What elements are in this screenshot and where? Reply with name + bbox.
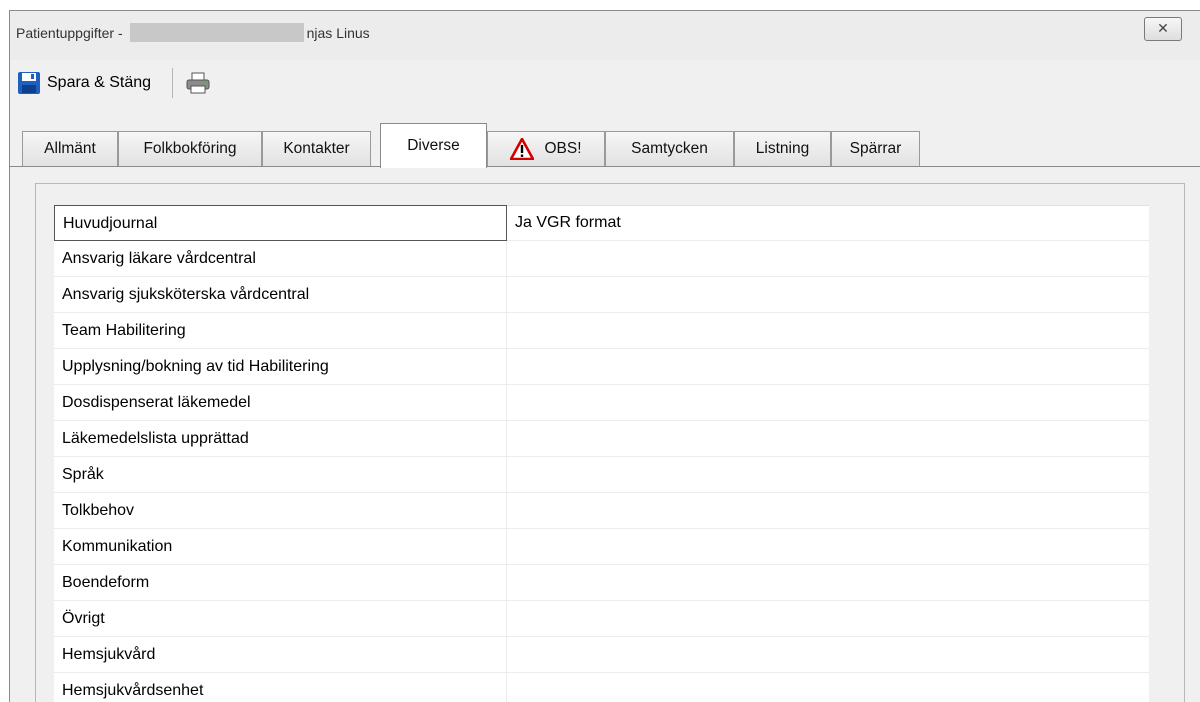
row-label: Dosdispenserat läkemedel: [54, 385, 507, 421]
tab-label: Allmänt: [44, 140, 96, 157]
row-label: Tolkbehov: [54, 493, 507, 529]
tab-label: Samtycken: [631, 140, 708, 157]
close-icon: ✕: [1157, 21, 1169, 37]
save-and-close-button[interactable]: Spara & Stäng: [17, 71, 151, 95]
row-value[interactable]: [507, 277, 1149, 313]
tab-folkbokforing[interactable]: Folkbokföring: [118, 131, 262, 166]
row-label: Boendeform: [54, 565, 507, 601]
row-value[interactable]: [507, 673, 1149, 702]
table-row[interactable]: Språk: [54, 457, 1149, 493]
row-label: Huvudjournal: [54, 205, 507, 241]
tab-label: OBS!: [544, 140, 582, 157]
row-value[interactable]: [507, 241, 1149, 277]
row-value[interactable]: [507, 421, 1149, 457]
grid-row-huvudjournal[interactable]: Huvudjournal Ja VGR format: [54, 205, 1149, 241]
row-value[interactable]: [507, 565, 1149, 601]
tab-allmant[interactable]: Allmänt: [22, 131, 118, 166]
table-row[interactable]: Kommunikation: [54, 529, 1149, 565]
row-value[interactable]: [507, 313, 1149, 349]
row-label: Övrigt: [54, 601, 507, 637]
tab-obs[interactable]: OBS!: [487, 131, 605, 166]
row-value[interactable]: [507, 601, 1149, 637]
tab-label: Kontakter: [283, 140, 350, 157]
table-row[interactable]: Upplysning/bokning av tid Habilitering: [54, 349, 1149, 385]
tab-label: Diverse: [407, 137, 460, 154]
tab-label: Spärrar: [849, 140, 902, 157]
title-suffix: njas Linus: [306, 24, 370, 41]
row-value[interactable]: [507, 529, 1149, 565]
tab-diverse[interactable]: Diverse: [380, 123, 487, 168]
table-row[interactable]: Team Habilitering: [54, 313, 1149, 349]
table-row[interactable]: Ansvarig sjuksköterska vårdcentral: [54, 277, 1149, 313]
row-value[interactable]: [507, 637, 1149, 673]
tab-strip: Allmänt Folkbokföring Kontakter Diverse …: [22, 123, 1200, 168]
row-label: Ansvarig läkare vårdcentral: [54, 241, 507, 277]
row-value[interactable]: [507, 349, 1149, 385]
row-label: Språk: [54, 457, 507, 493]
tab-kontakter[interactable]: Kontakter: [262, 131, 371, 166]
redacted-name-block: [129, 23, 304, 42]
table-row[interactable]: Ansvarig läkare vårdcentral: [54, 241, 1149, 277]
table-row[interactable]: Hemsjukvård: [54, 637, 1149, 673]
toolbar-separator: [172, 68, 174, 98]
tab-listning[interactable]: Listning: [734, 131, 831, 166]
tab-sparrar[interactable]: Spärrar: [831, 131, 920, 166]
printer-icon[interactable]: [185, 71, 211, 95]
floppy-disk-icon: [18, 72, 40, 94]
close-button[interactable]: ✕: [1144, 17, 1182, 41]
details-grid: Huvudjournal Ja VGR format Ansvarig läka…: [54, 205, 1149, 702]
row-label: Upplysning/bokning av tid Habilitering: [54, 349, 507, 385]
row-label: Kommunikation: [54, 529, 507, 565]
title-prefix: Patientuppgifter -: [16, 24, 123, 41]
row-label: Läkemedelslista upprättad: [54, 421, 507, 457]
table-row[interactable]: Hemsjukvårdsenhet: [54, 673, 1149, 702]
row-label: Hemsjukvårdsenhet: [54, 673, 507, 702]
row-label: Ansvarig sjuksköterska vårdcentral: [54, 277, 507, 313]
table-row[interactable]: Dosdispenserat läkemedel: [54, 385, 1149, 421]
tab-label: Folkbokföring: [143, 140, 237, 157]
window-title: Patientuppgifter - njas Linus: [16, 23, 370, 42]
row-value[interactable]: [507, 457, 1149, 493]
tab-label: Listning: [755, 140, 810, 157]
title-bar[interactable]: Patientuppgifter - njas Linus ✕: [10, 11, 1200, 60]
table-row[interactable]: Läkemedelslista upprättad: [54, 421, 1149, 457]
row-value[interactable]: [507, 493, 1149, 529]
table-row[interactable]: Tolkbehov: [54, 493, 1149, 529]
table-row[interactable]: Övrigt: [54, 601, 1149, 637]
row-value[interactable]: Ja VGR format: [507, 205, 1149, 241]
toolbar: Spara & Stäng: [10, 63, 1200, 103]
table-row[interactable]: Boendeform: [54, 565, 1149, 601]
save-and-close-label: Spara & Stäng: [47, 74, 152, 91]
row-value[interactable]: [507, 385, 1149, 421]
warning-icon: [510, 138, 535, 160]
tab-samtycken[interactable]: Samtycken: [605, 131, 734, 166]
row-label: Hemsjukvård: [54, 637, 507, 673]
row-label: Team Habilitering: [54, 313, 507, 349]
